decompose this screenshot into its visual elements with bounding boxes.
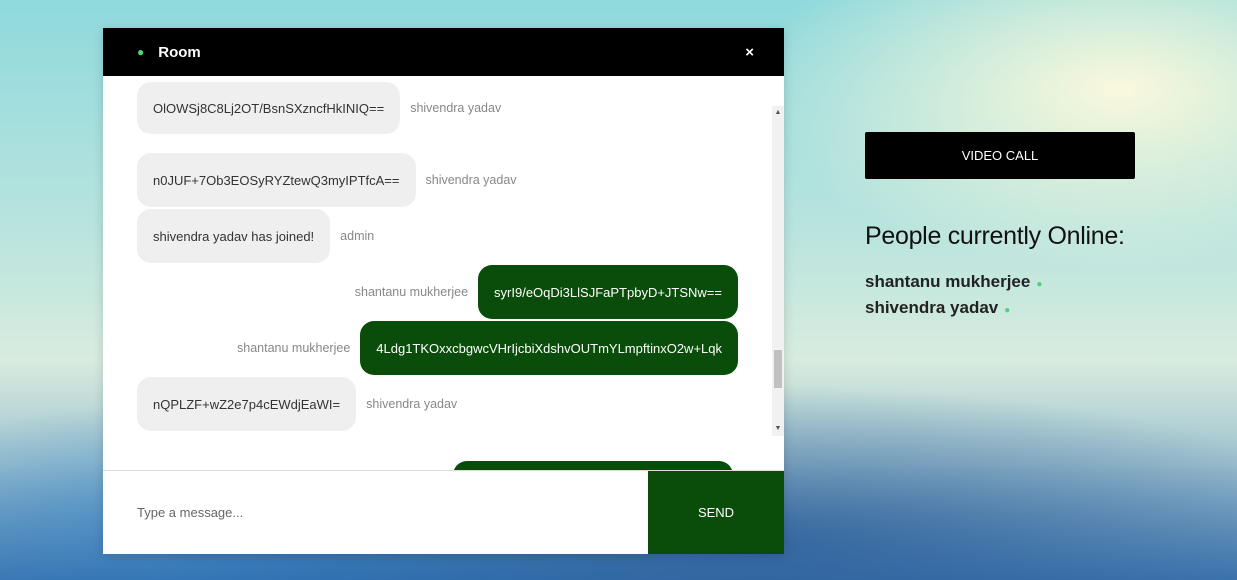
messages-scrollbar[interactable]: ▲ ▼ [772, 106, 784, 436]
list-item: shivendra yadav ● [865, 296, 1042, 322]
message-list[interactable]: OlOWSj8C8Lj2OT/BsnSXzncfHkINIQ== shivend… [103, 76, 784, 470]
person-name: shivendra yadav [865, 298, 999, 317]
send-button[interactable]: SEND [648, 471, 784, 554]
message-bubble-partial [453, 461, 733, 470]
message-sender: shantanu mukherjee [354, 285, 469, 299]
message-bubble: n0JUF+7Ob3EOSyRYZtewQ3myIPTfcA== [137, 153, 416, 207]
online-status-dot-icon: ● [137, 45, 145, 59]
list-item: shantanu mukherjee ● [865, 270, 1042, 296]
message-bubble: 4Ldg1TKOxxcbgwcVHrIjcbiXdshvOUTmYLmpftin… [360, 321, 738, 375]
message-row: shantanu mukherjee syrI9/eOqDi3LlSJFaPTp… [137, 265, 738, 319]
scrollbar-thumb[interactable] [774, 350, 782, 388]
online-dot-icon: ● [1036, 279, 1043, 290]
message-row: n0JUF+7Ob3EOSyRYZtewQ3myIPTfcA== shivend… [137, 153, 738, 207]
close-button[interactable]: × [745, 44, 754, 61]
message-row: shantanu mukherjee 4Ldg1TKOxxcbgwcVHrIjc… [137, 321, 738, 375]
person-name: shantanu mukherjee [865, 272, 1031, 291]
people-online-title: People currently Online: [865, 222, 1125, 250]
scroll-up-arrow-icon[interactable]: ▲ [772, 106, 784, 120]
video-call-button[interactable]: VIDEO CALL [865, 132, 1135, 179]
message-sender: shivendra yadav [425, 173, 517, 187]
message-sender: admin [340, 229, 375, 243]
message-row: OlOWSj8C8Lj2OT/BsnSXzncfHkINIQ== shivend… [137, 82, 738, 134]
message-bubble: syrI9/eOqDi3LlSJFaPTpbyD+JTSNw== [478, 265, 738, 319]
message-sender: shantanu mukherjee [237, 341, 351, 355]
message-row: shivendra yadav has joined! admin [137, 209, 738, 263]
message-bubble: shivendra yadav has joined! [137, 209, 331, 263]
chat-header: ● Room × [103, 28, 784, 76]
message-sender: shivendra yadav [410, 101, 502, 115]
message-input[interactable] [103, 471, 648, 554]
message-row: nQPLZF+wZ2e7p4cEWdjEaWI= shivendra yadav [137, 377, 738, 431]
scroll-down-arrow-icon[interactable]: ▼ [772, 422, 784, 436]
room-name: Room [158, 43, 201, 61]
chat-window: ● Room × OlOWSj8C8Lj2OT/BsnSXzncfHkINIQ=… [103, 28, 784, 554]
message-bubble: nQPLZF+wZ2e7p4cEWdjEaWI= [137, 377, 357, 431]
people-online-list: shantanu mukherjee ● shivendra yadav ● [865, 270, 1042, 322]
online-dot-icon: ● [1004, 305, 1011, 316]
message-composer: SEND [103, 470, 784, 554]
message-bubble: OlOWSj8C8Lj2OT/BsnSXzncfHkINIQ== [137, 82, 401, 134]
message-sender: shivendra yadav [366, 397, 458, 411]
